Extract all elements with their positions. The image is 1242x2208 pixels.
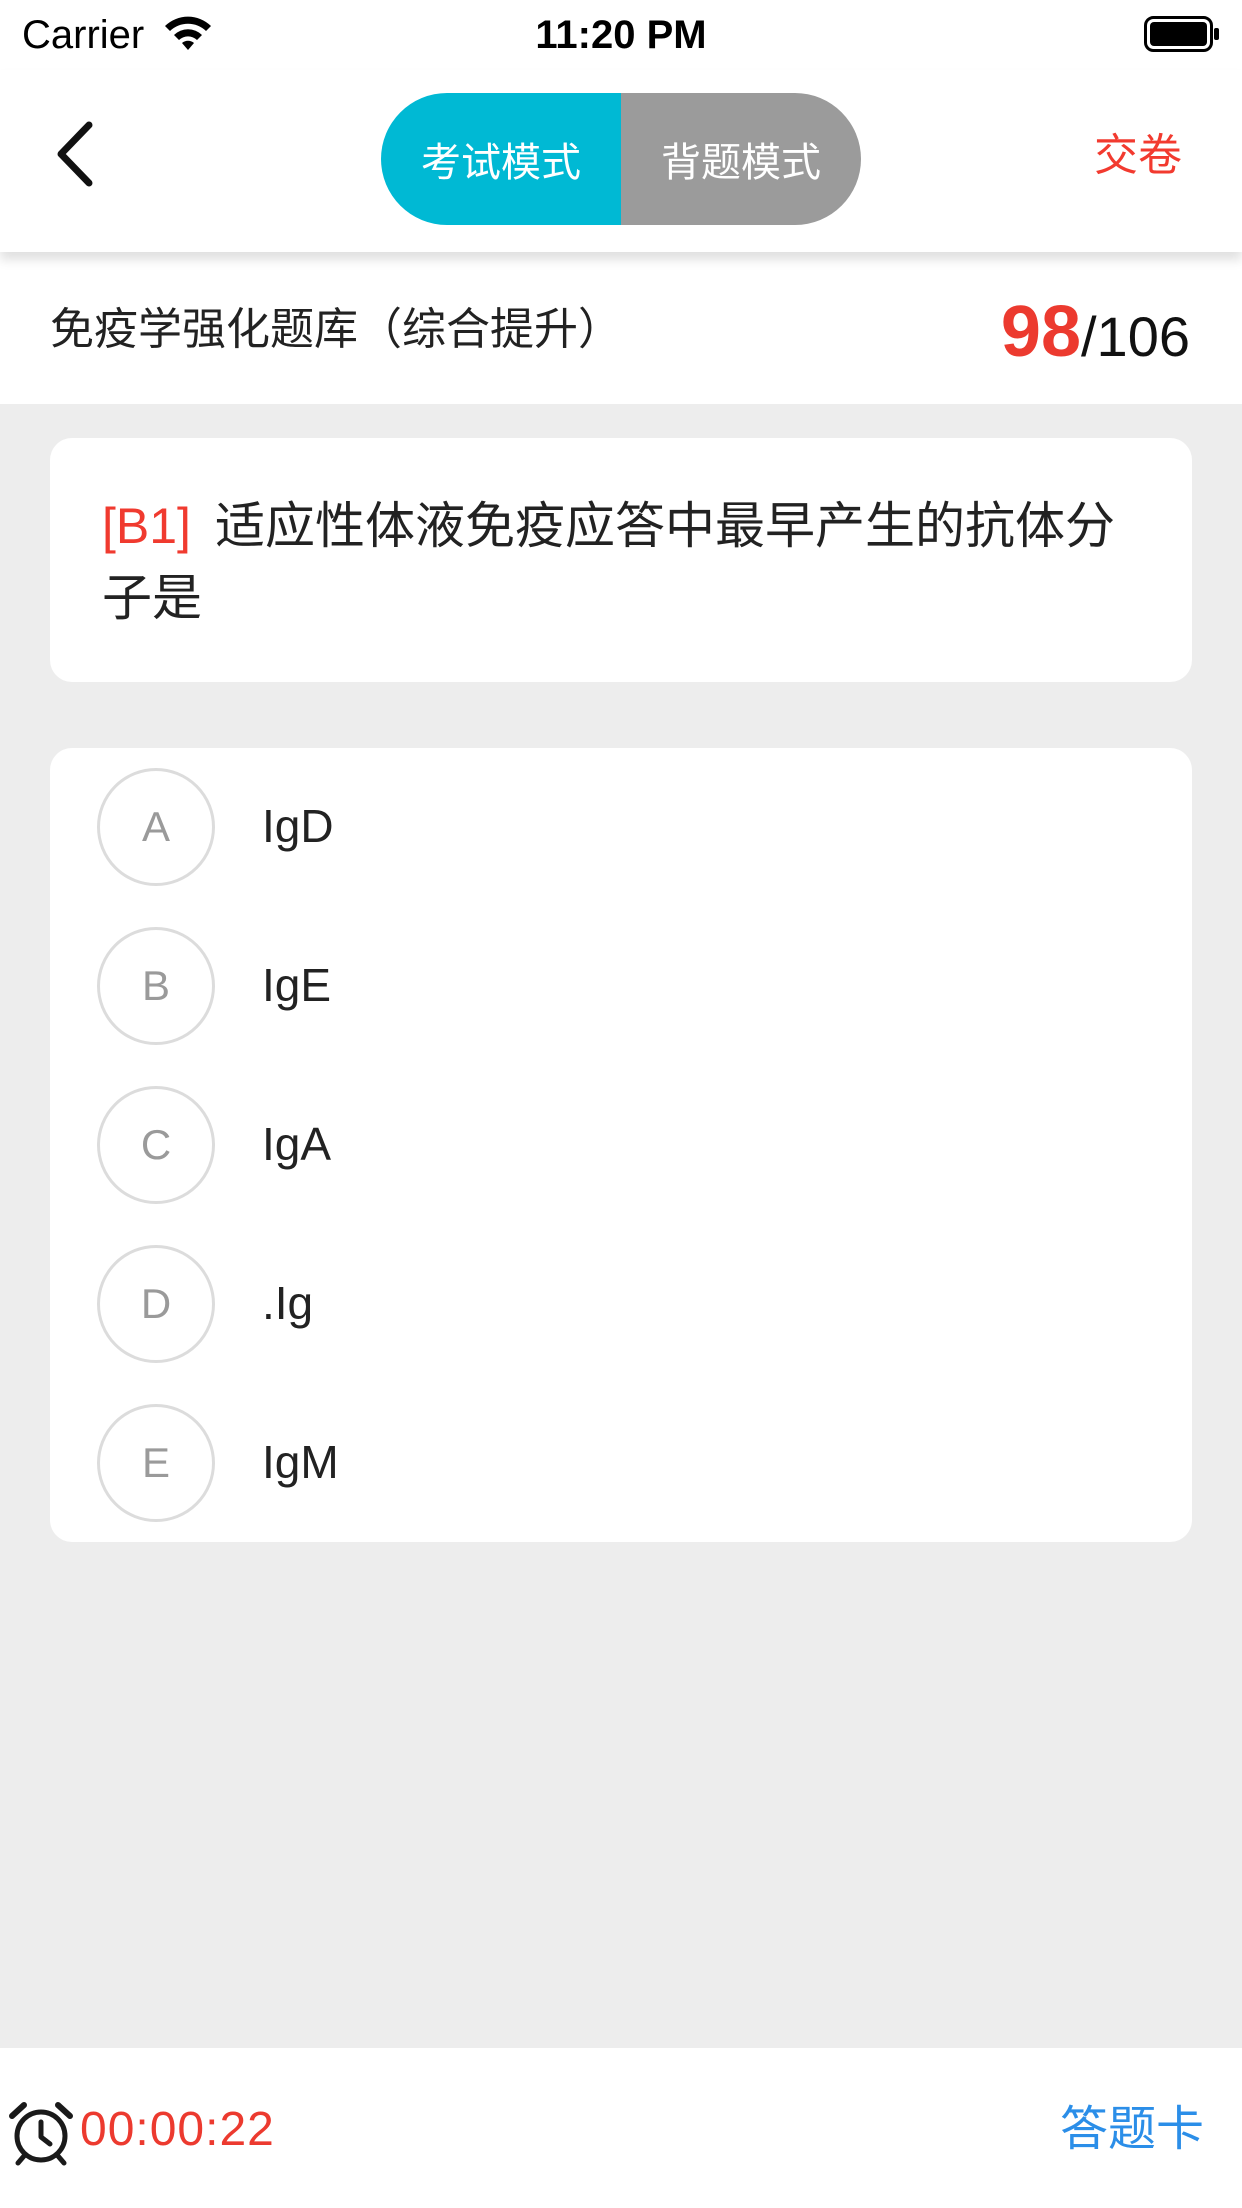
option-letter: E xyxy=(97,1404,215,1522)
back-button[interactable] xyxy=(40,114,110,194)
alarm-clock-icon xyxy=(9,2102,73,2166)
option-a[interactable]: A IgD xyxy=(50,748,1192,907)
option-letter: B xyxy=(97,927,215,1045)
option-text: IgE xyxy=(262,959,332,1011)
submit-button[interactable]: 交卷 xyxy=(1094,126,1182,186)
elapsed-timer: 00:00:22 xyxy=(80,2103,275,2156)
option-e[interactable]: E IgM xyxy=(50,1384,1192,1543)
option-letter: A xyxy=(97,768,215,886)
option-letter: C xyxy=(97,1086,215,1204)
battery-icon xyxy=(1144,16,1219,52)
status-time: 11:20 PM xyxy=(535,13,707,57)
option-c[interactable]: C IgA xyxy=(50,1066,1192,1225)
question-type-tag: [B1] xyxy=(102,498,191,554)
option-letter: D xyxy=(97,1245,215,1363)
option-b[interactable]: B IgE xyxy=(50,907,1192,1066)
question-stem: 适应性体液免疫应答中最早产生的抗体分子是 xyxy=(102,498,1115,626)
answer-card-button[interactable]: 答题卡 xyxy=(1060,2100,1204,2160)
question-bank-title: 免疫学强化题库（综合提升） xyxy=(50,305,622,354)
option-text: IgM xyxy=(262,1436,339,1488)
option-text: IgD xyxy=(262,800,334,852)
exam-info-row: 免疫学强化题库（综合提升） 98/106 xyxy=(0,252,1242,404)
options-list: A IgD B IgE C IgA D .Ig E IgM xyxy=(50,748,1192,1542)
tab-study-mode[interactable]: 背题模式 xyxy=(621,93,861,225)
status-bar: Carrier 11:20 PM xyxy=(0,0,1242,70)
nav-bar: 考试模式 背题模式 交卷 xyxy=(0,70,1242,252)
question-text: [B1] 适应性体液免疫应答中最早产生的抗体分子是 xyxy=(102,490,1142,634)
mode-switch: 考试模式 背题模式 xyxy=(381,93,861,225)
option-text: .Ig xyxy=(262,1277,314,1329)
current-question-number: 98 xyxy=(1000,292,1081,372)
option-text: IgA xyxy=(262,1118,332,1170)
question-progress: 98/106 xyxy=(1001,292,1190,392)
bottom-bar: 00:00:22 答题卡 xyxy=(0,2048,1242,2208)
option-d[interactable]: D .Ig xyxy=(50,1225,1192,1384)
chevron-left-icon xyxy=(57,121,93,187)
total-questions: /106 xyxy=(1081,305,1190,368)
tab-exam-mode[interactable]: 考试模式 xyxy=(381,93,621,225)
question-card: [B1] 适应性体液免疫应答中最早产生的抗体分子是 xyxy=(50,438,1192,682)
